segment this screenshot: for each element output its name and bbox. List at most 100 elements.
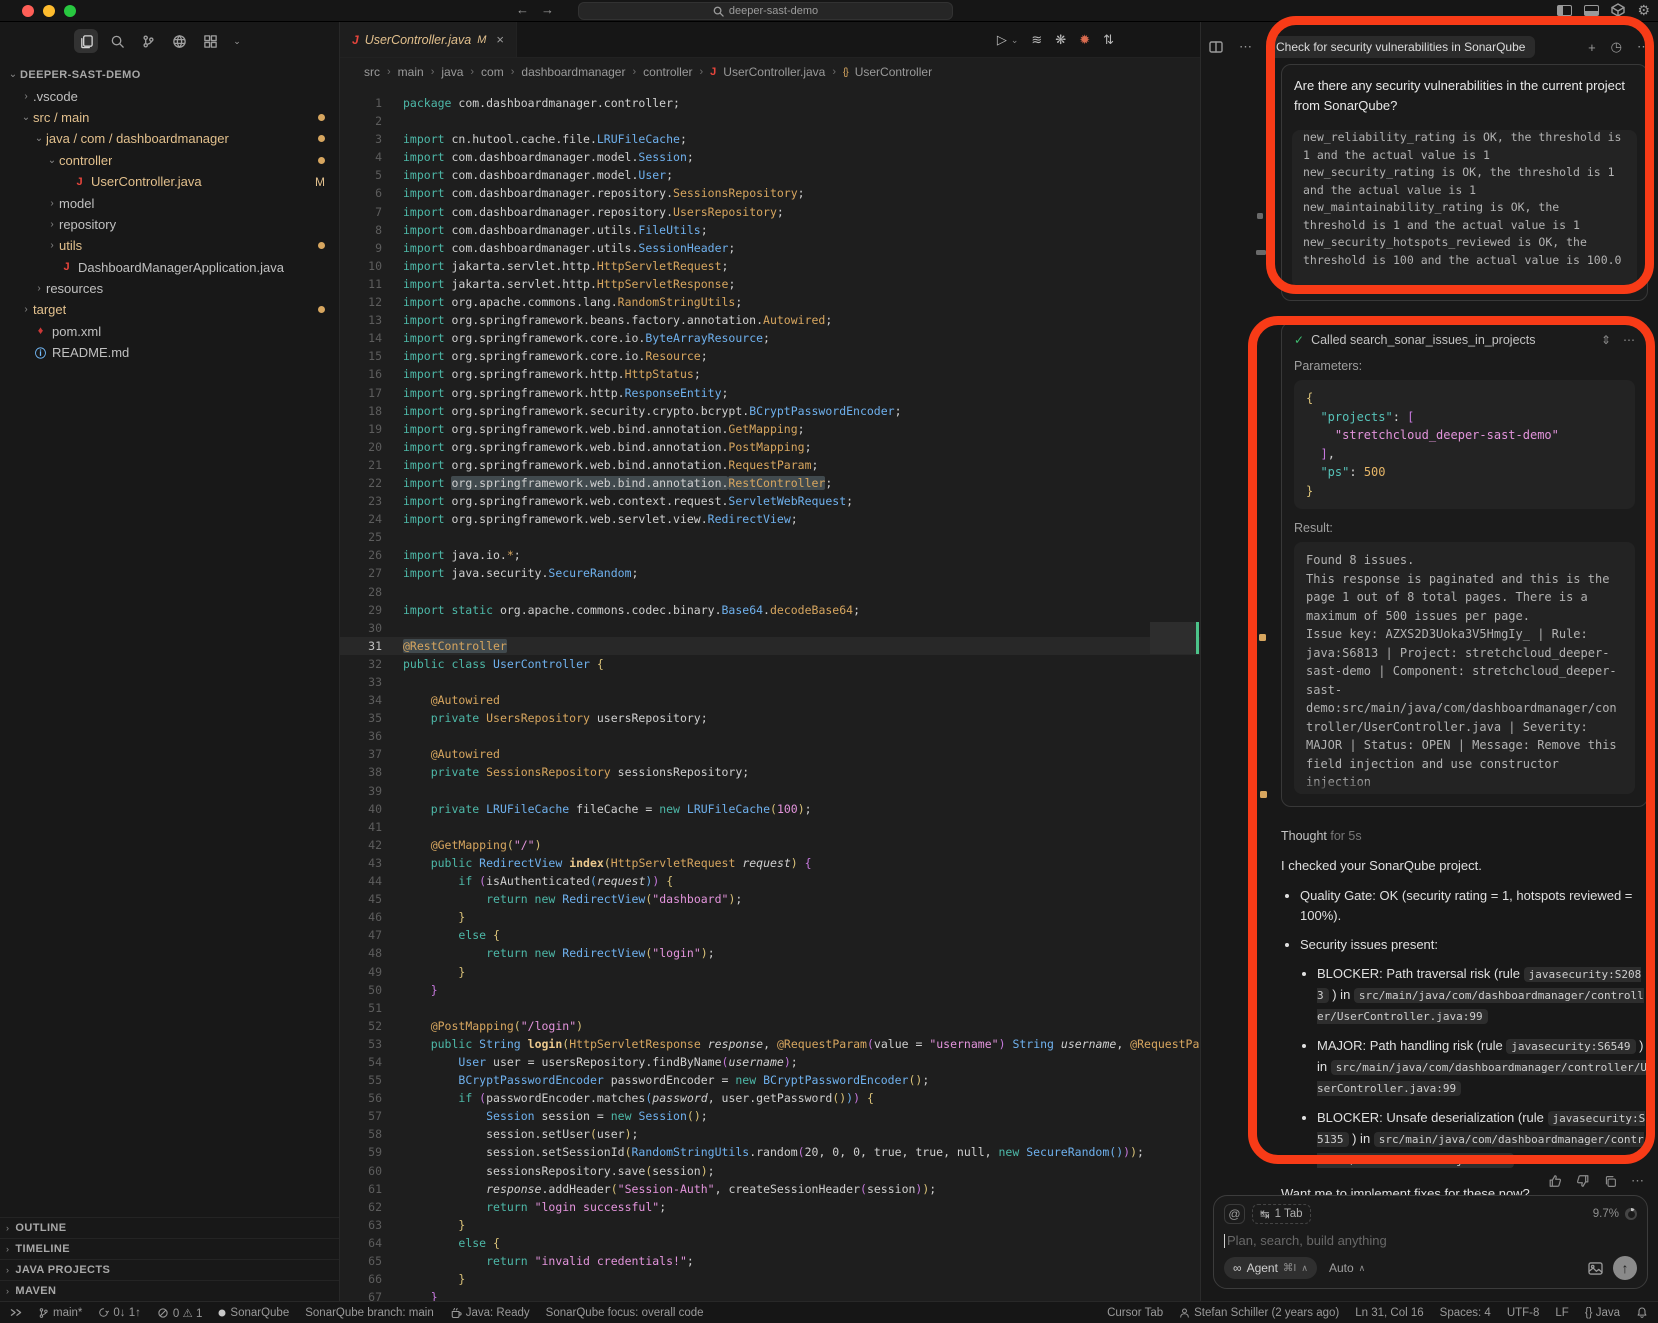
statusbar-item-main-[interactable]: main* <box>38 1307 82 1319</box>
cursor-logo-icon[interactable] <box>1611 3 1625 17</box>
code-line-14[interactable]: 14import org.springframework.core.io.Byt… <box>340 329 1200 347</box>
code-line-41[interactable]: 41 <box>340 818 1200 836</box>
result-block[interactable]: Found 8 issues. This response is paginat… <box>1294 542 1635 794</box>
code-line-51[interactable]: 51 <box>340 999 1200 1017</box>
code-line-66[interactable]: 66 } <box>340 1270 1200 1288</box>
code-line-2[interactable]: 2 <box>340 112 1200 130</box>
code-line-4[interactable]: 4import com.dashboardmanager.model.Sessi… <box>340 148 1200 166</box>
statusbar-item--java[interactable]: {} Java <box>1585 1307 1620 1319</box>
code-line-61[interactable]: 61 response.addHeader("Session-Auth", cr… <box>340 1180 1200 1198</box>
code-line-42[interactable]: 42 @GetMapping("/") <box>340 836 1200 854</box>
tree-item-model[interactable]: ›model <box>0 192 339 213</box>
tree-item-controller[interactable]: ⌄controller <box>0 150 339 171</box>
run-icon[interactable]: ▷ <box>997 32 1007 48</box>
new-chat-icon[interactable]: + <box>1588 40 1596 55</box>
tab-usercontroller[interactable]: J UserController.java M × <box>340 22 517 57</box>
breadcrumb-file[interactable]: UserController.java <box>723 65 825 79</box>
code-line-50[interactable]: 50 } <box>340 981 1200 999</box>
chat-composer[interactable]: @ ↹ 1 Tab 9.7% Plan, search, build anyth… <box>1213 1195 1648 1289</box>
sidebar-section-timeline[interactable]: ›TIMELINE <box>0 1238 339 1259</box>
code-line-28[interactable]: 28 <box>340 583 1200 601</box>
code-line-25[interactable]: 25 <box>340 528 1200 546</box>
code-line-64[interactable]: 64 else { <box>340 1234 1200 1252</box>
minimap-viewport[interactable] <box>1150 622 1196 654</box>
run-dropdown-icon[interactable]: ⌄ <box>1011 35 1019 46</box>
statusbar-item-sonarqube-focus-overall-code[interactable]: SonarQube focus: overall code <box>546 1307 704 1319</box>
code-line-57[interactable]: 57 Session session = new Session(); <box>340 1107 1200 1125</box>
code-line-40[interactable]: 40 private LRUFileCache fileCache = new … <box>340 800 1200 818</box>
tree-item-java-com-dashboardmanager[interactable]: ⌄java / com / dashboardmanager <box>0 128 339 149</box>
minimize-window-button[interactable] <box>43 5 55 17</box>
sidebar-section-java-projects[interactable]: ›JAVA PROJECTS <box>0 1259 339 1280</box>
code-line-11[interactable]: 11import jakarta.servlet.http.HttpServle… <box>340 275 1200 293</box>
toggle-panel-icon[interactable] <box>1584 5 1599 16</box>
code-line-24[interactable]: 24import org.springframework.web.servlet… <box>340 510 1200 528</box>
statusbar-item-ln-31-col-16[interactable]: Ln 31, Col 16 <box>1355 1307 1423 1319</box>
forward-icon[interactable]: → <box>541 2 554 17</box>
tab-close-icon[interactable]: × <box>496 32 504 47</box>
code-line-9[interactable]: 9import com.dashboardmanager.utils.Sessi… <box>340 239 1200 257</box>
model-selector[interactable]: Auto ∧ <box>1329 1261 1365 1275</box>
thumbs-up-icon[interactable] <box>1548 1174 1562 1188</box>
search-sidebar-icon[interactable] <box>105 29 129 53</box>
code-line-45[interactable]: 45 return new RedirectView("dashboard"); <box>340 890 1200 908</box>
code-line-10[interactable]: 10import jakarta.servlet.http.HttpServle… <box>340 257 1200 275</box>
tree-item-repository[interactable]: ›repository <box>0 214 339 235</box>
code-line-6[interactable]: 6import com.dashboardmanager.repository.… <box>340 184 1200 202</box>
code-line-31[interactable]: 31@RestController <box>340 637 1200 655</box>
chat-left-more-icon[interactable]: ⋯ <box>1239 39 1252 55</box>
agent-mode-selector[interactable]: ∞ Agent ⌘I ∧ <box>1224 1257 1317 1279</box>
code-line-36[interactable]: 36 <box>340 727 1200 745</box>
breadcrumb[interactable]: src›main›java›com›dashboardmanager›contr… <box>340 58 1200 86</box>
thought-toggle[interactable]: Thought for 5s <box>1281 829 1648 843</box>
usage-indicator[interactable]: 9.7% <box>1593 1208 1637 1220</box>
code-line-21[interactable]: 21import org.springframework.web.bind.an… <box>340 456 1200 474</box>
checkpoint-marker[interactable] <box>1260 791 1267 798</box>
code-line-63[interactable]: 63 } <box>340 1216 1200 1234</box>
statusbar-item-icon[interactable] <box>1636 1306 1648 1319</box>
code-line-15[interactable]: 15import org.springframework.core.io.Res… <box>340 347 1200 365</box>
breadcrumb-item[interactable]: controller <box>643 65 692 79</box>
checkpoint-marker[interactable] <box>1259 634 1266 641</box>
code-line-8[interactable]: 8import com.dashboardmanager.utils.FileU… <box>340 221 1200 239</box>
statusbar-item-java-ready[interactable]: Java: Ready <box>450 1307 530 1319</box>
settings-gear-icon[interactable]: ⚙ <box>1637 3 1650 17</box>
feedback-more-icon[interactable]: ⋯ <box>1631 1173 1644 1189</box>
statusbar-item-0-1[interactable]: 0 ⚠ 1 <box>157 1306 203 1320</box>
tree-item--vscode[interactable]: ›.vscode <box>0 85 339 106</box>
quality-gate-output-block[interactable]: new_reliability_rating is OK, the thresh… <box>1292 130 1637 288</box>
copy-icon[interactable] <box>1604 1175 1617 1188</box>
diff-icon[interactable]: ⇅ <box>1103 32 1114 48</box>
tool-more-icon[interactable]: ⋯ <box>1623 333 1635 347</box>
code-line-23[interactable]: 23import org.springframework.web.context… <box>340 492 1200 510</box>
code-line-1[interactable]: 1package com.dashboardmanager.controller… <box>340 94 1200 112</box>
spark-icon[interactable]: ✹ <box>1079 32 1090 48</box>
code-line-29[interactable]: 29import static org.apache.commons.codec… <box>340 601 1200 619</box>
code-line-56[interactable]: 56 if (passwordEncoder.matches(password,… <box>340 1089 1200 1107</box>
code-line-54[interactable]: 54 User user = usersRepository.findByNam… <box>340 1053 1200 1071</box>
breadcrumb-symbol[interactable]: UserController <box>855 65 932 79</box>
chat-title[interactable]: Check for security vulnerabilities in So… <box>1266 36 1535 58</box>
chat-history-icon[interactable]: ◷ <box>1611 39 1622 55</box>
sidebar-section-maven[interactable]: ›MAVEN <box>0 1280 339 1301</box>
code-line-46[interactable]: 46 } <box>340 908 1200 926</box>
statusbar-item-lf[interactable]: LF <box>1555 1307 1568 1319</box>
code-line-38[interactable]: 38 private SessionsRepository sessionsRe… <box>340 763 1200 781</box>
tree-item-resources[interactable]: ›resources <box>0 278 339 299</box>
statusbar-item-cursor-tab[interactable]: Cursor Tab <box>1107 1307 1163 1319</box>
code-line-27[interactable]: 27import java.security.SecureRandom; <box>340 564 1200 582</box>
code-line-37[interactable]: 37 @Autowired <box>340 745 1200 763</box>
code-line-7[interactable]: 7import com.dashboardmanager.repository.… <box>340 203 1200 221</box>
code-line-30[interactable]: 30 <box>340 619 1200 637</box>
code-line-44[interactable]: 44 if (isAuthenticated(request)) { <box>340 872 1200 890</box>
context-chip[interactable]: ↹ 1 Tab <box>1252 1204 1311 1224</box>
code-line-16[interactable]: 16import org.springframework.http.HttpSt… <box>340 365 1200 383</box>
code-line-49[interactable]: 49 } <box>340 963 1200 981</box>
back-icon[interactable]: ← <box>516 2 529 17</box>
expand-tool-icon[interactable]: ⇕ <box>1601 333 1611 347</box>
globe-icon[interactable] <box>167 29 191 53</box>
breadcrumb-item[interactable]: dashboardmanager <box>521 65 625 79</box>
breadcrumb-item[interactable]: com <box>481 65 504 79</box>
code-line-55[interactable]: 55 BCryptPasswordEncoder passwordEncoder… <box>340 1071 1200 1089</box>
statusbar-item-stefan-schiller-2-years-ago-[interactable]: Stefan Schiller (2 years ago) <box>1179 1307 1339 1319</box>
